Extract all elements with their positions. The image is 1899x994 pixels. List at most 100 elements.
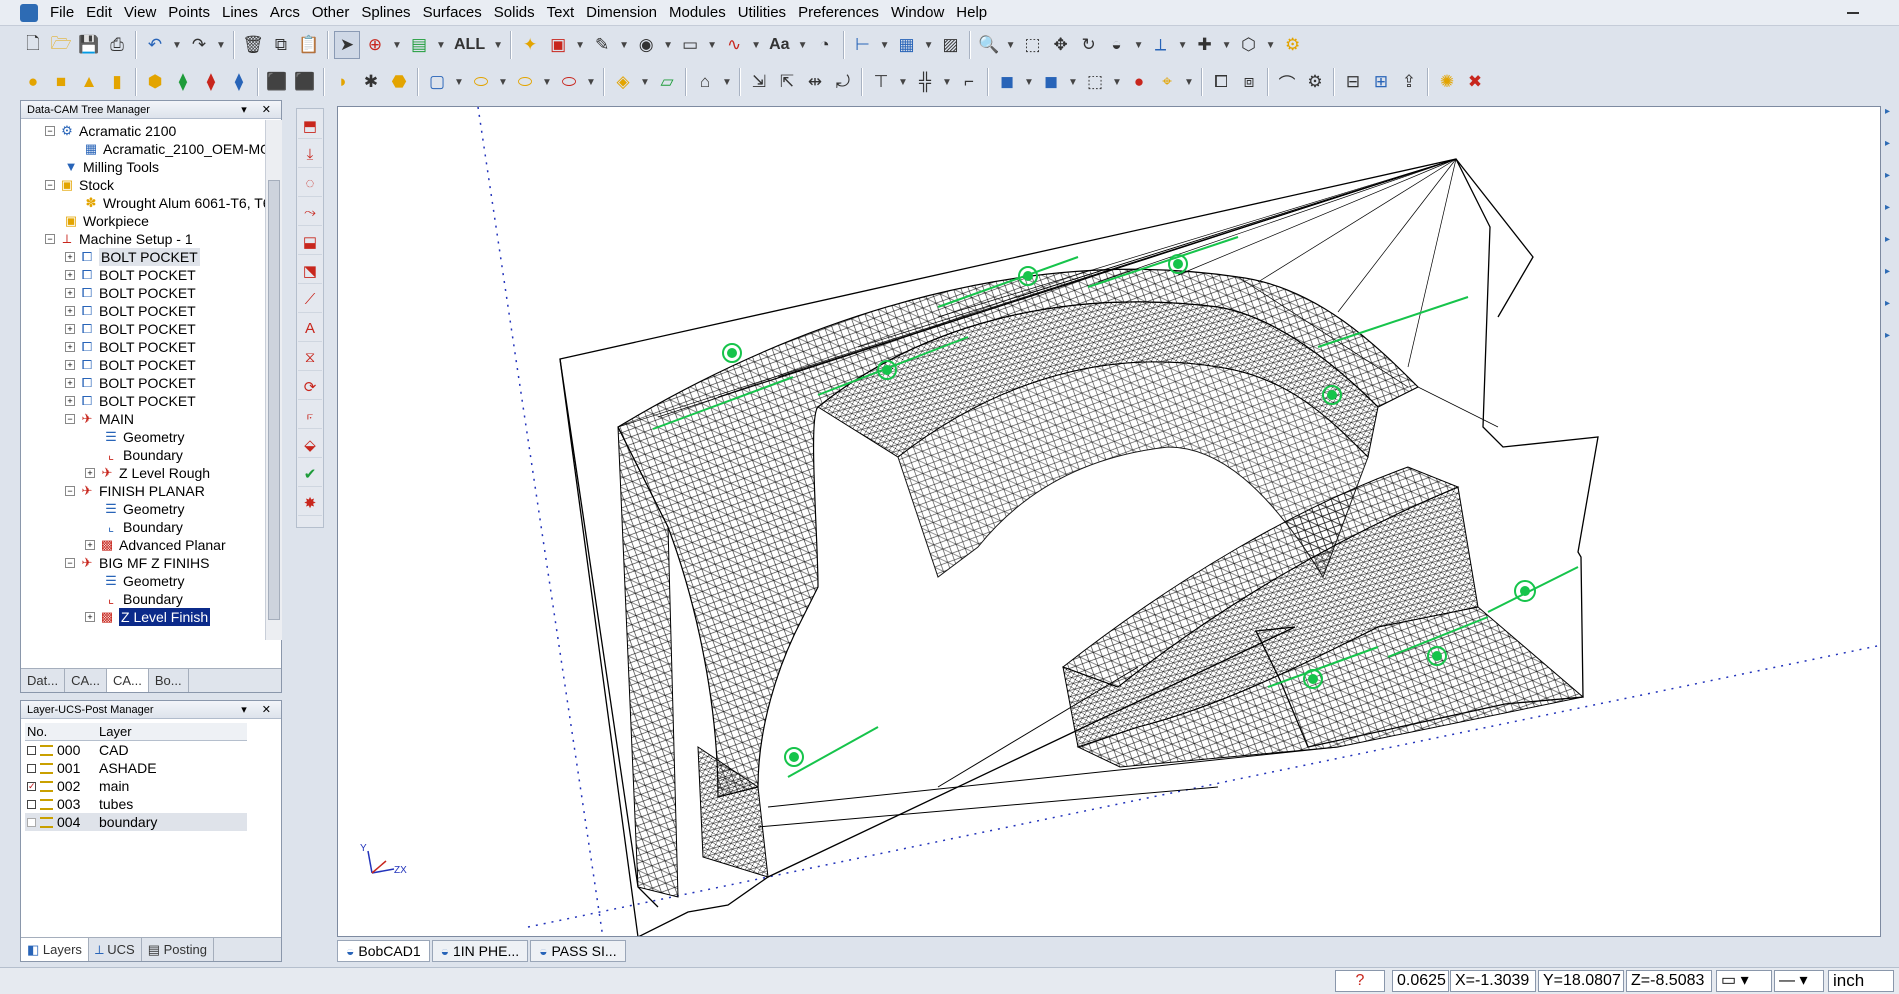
column-header-no[interactable]: No. [25, 723, 95, 740]
layer-stack-dropdown-icon[interactable]: ▼ [638, 68, 652, 96]
fillet-icon[interactable]: ◗ [330, 68, 356, 96]
scale-icon[interactable]: ⇱ [774, 68, 800, 96]
boolean-intersect-icon[interactable]: ⧫ [226, 68, 252, 96]
arc-tool-icon[interactable]: ⌒ [1274, 68, 1300, 96]
select-pointer-icon[interactable]: ➤ [334, 31, 360, 59]
line-style-picker[interactable]: — ▾ [1774, 970, 1824, 992]
delete-icon[interactable]: 🗑 [240, 31, 266, 59]
graphics-viewport[interactable]: Y ZX [337, 106, 1881, 937]
axis-dropdown-icon[interactable]: ▼ [1176, 31, 1190, 59]
extend-icon[interactable]: ╬ [912, 68, 938, 96]
tab-pass-si[interactable]: ◒ PASS SI... [530, 940, 626, 962]
expand-icon[interactable]: + [85, 468, 95, 478]
tree-node[interactable]: ☰ Geometry [103, 500, 184, 518]
pin-icon[interactable]: ▸ [1885, 234, 1897, 252]
tree-node[interactable]: ✽ Wrought Alum 6061-T6, T6 [83, 194, 265, 212]
app-icon[interactable] [20, 3, 38, 22]
spline-dropdown-icon[interactable]: ▼ [749, 31, 763, 59]
surface-loft-dropdown-icon[interactable]: ▼ [496, 68, 510, 96]
tab-1in-phe[interactable]: ◒ 1IN PHE... [431, 940, 529, 962]
solid-shade-icon[interactable]: ◼ [1038, 68, 1064, 96]
surface-plane-dropdown-icon[interactable]: ▼ [452, 68, 466, 96]
mesh-icon[interactable]: ⬚ [1082, 68, 1108, 96]
trim-icon[interactable]: ⊤ [868, 68, 894, 96]
cam-circle-icon[interactable]: ◌ [298, 171, 322, 197]
cylinder-icon[interactable]: ▮ [104, 68, 130, 96]
view-shade-icon[interactable]: ◒ [1104, 31, 1130, 59]
layer-active-checkbox[interactable]: ✓ [27, 781, 36, 791]
units-selector[interactable]: inch [1828, 970, 1894, 992]
redo-dropdown-icon[interactable]: ▼ [214, 31, 228, 59]
cam-drill-icon[interactable]: ⤓ [298, 142, 322, 168]
circle-dropdown-icon[interactable]: ▼ [661, 31, 675, 59]
extrude-icon[interactable]: ⬛ [264, 68, 290, 96]
tree-node[interactable]: + ⧠ BOLT POCKET [65, 302, 196, 320]
tree-node[interactable]: ⌞ Boundary [103, 590, 183, 608]
tree-node[interactable]: + ▩ Advanced Planar [85, 536, 226, 554]
pin-icon[interactable]: ▸ [1885, 298, 1897, 316]
expand-icon[interactable]: + [65, 396, 75, 406]
measure-dropdown-icon[interactable]: ▼ [1182, 68, 1196, 96]
menu-other[interactable]: Other [306, 0, 356, 26]
layer-row[interactable]: 003 tubes [25, 795, 247, 813]
menu-preferences[interactable]: Preferences [792, 0, 885, 26]
rotate-view-icon[interactable]: ↻ [1076, 31, 1102, 59]
tree-node[interactable]: + ⧠ BOLT POCKET [65, 320, 196, 338]
tree-vertical-scrollbar[interactable] [265, 120, 282, 640]
cam-face-icon[interactable]: ⬔ [298, 258, 322, 284]
tab-posting[interactable]: ▤ Posting [142, 938, 214, 961]
expand-icon[interactable]: + [65, 252, 75, 262]
expand-icon[interactable]: + [65, 270, 75, 280]
tree-node[interactable]: ▦ Acramatic_2100_OEM-MO [83, 140, 265, 158]
surface-plane-icon[interactable]: ▢ [424, 68, 450, 96]
rectangle-dropdown-icon[interactable]: ▼ [705, 31, 719, 59]
collapse-icon[interactable]: − [65, 486, 75, 496]
tree-node[interactable]: + ⧠ BOLT POCKET [65, 284, 196, 302]
tree-node[interactable]: + ⧠ BOLT POCKET [65, 338, 196, 356]
layer-row-selected[interactable]: 004 boundary [25, 813, 247, 831]
surface-blend-dropdown-icon[interactable]: ▼ [584, 68, 598, 96]
tree-node[interactable]: ☰ Geometry [103, 572, 184, 590]
solid-box-icon[interactable]: ⬢ [142, 68, 168, 96]
sphere-icon[interactable]: ● [20, 68, 46, 96]
tree-node[interactable]: ☰ Geometry [103, 428, 184, 446]
entity-dropdown-icon[interactable]: ▼ [573, 31, 587, 59]
align-dropdown-icon[interactable]: ▼ [878, 31, 892, 59]
surface-sweep-dropdown-icon[interactable]: ▼ [540, 68, 554, 96]
ucs-tool-icon[interactable]: ✚ [1192, 31, 1218, 59]
new-file-icon[interactable]: 🗋 [20, 31, 46, 59]
expand-icon[interactable]: + [65, 360, 75, 370]
menu-modules[interactable]: Modules [663, 0, 732, 26]
tree-node[interactable]: − ⚙ Acramatic 2100 [45, 122, 176, 140]
cam-rest-icon[interactable]: ⬙ [298, 432, 322, 458]
cam-engrave-icon[interactable]: A [298, 316, 322, 342]
rectangle-tool-icon[interactable]: ▭ [677, 31, 703, 59]
scroll-thumb[interactable] [268, 180, 280, 620]
array-tool-icon[interactable]: ▦ [894, 31, 920, 59]
tree-node[interactable]: − ✈ BIG MF Z FINIHS [65, 554, 209, 572]
cam-2axis-icon[interactable]: ⬒ [298, 113, 322, 139]
expand-icon[interactable]: + [65, 324, 75, 334]
menu-dimension[interactable]: Dimension [580, 0, 663, 26]
tree-node[interactable]: − ▣ Stock [45, 176, 114, 194]
save-icon[interactable]: 💾 [76, 31, 102, 59]
zoom-window-icon[interactable]: ⬚ [1020, 31, 1046, 59]
cam-cancel-icon[interactable]: ✖ [1462, 68, 1488, 96]
view-shade-dropdown-icon[interactable]: ▼ [1132, 31, 1146, 59]
solid-shade-dropdown-icon[interactable]: ▼ [1066, 68, 1080, 96]
view-cube-dropdown-icon[interactable]: ▼ [1264, 31, 1278, 59]
break-icon[interactable]: ⌐ [956, 68, 982, 96]
zoom-dropdown-icon[interactable]: ▼ [1004, 31, 1018, 59]
pin-icon[interactable]: ▸ [1885, 138, 1897, 156]
panel-controls[interactable]: ▾ ✕ [241, 101, 277, 119]
pin-icon[interactable]: ▸ [1885, 202, 1897, 220]
tree-node[interactable]: + ⧠ BOLT POCKET [65, 374, 196, 392]
copy-icon[interactable]: ⧉ [268, 31, 294, 59]
cam-thread-icon[interactable]: ⧖ [298, 345, 322, 371]
print-icon[interactable]: ⎙ [104, 31, 130, 59]
line-tool-icon[interactable]: ✎ [589, 31, 615, 59]
align-tool-icon[interactable]: ⊢ [850, 31, 876, 59]
layer-row[interactable]: 000 CAD [25, 741, 247, 759]
solid-view-dropdown-icon[interactable]: ▼ [1022, 68, 1036, 96]
open-folder-icon[interactable]: 🗁 [48, 31, 74, 59]
